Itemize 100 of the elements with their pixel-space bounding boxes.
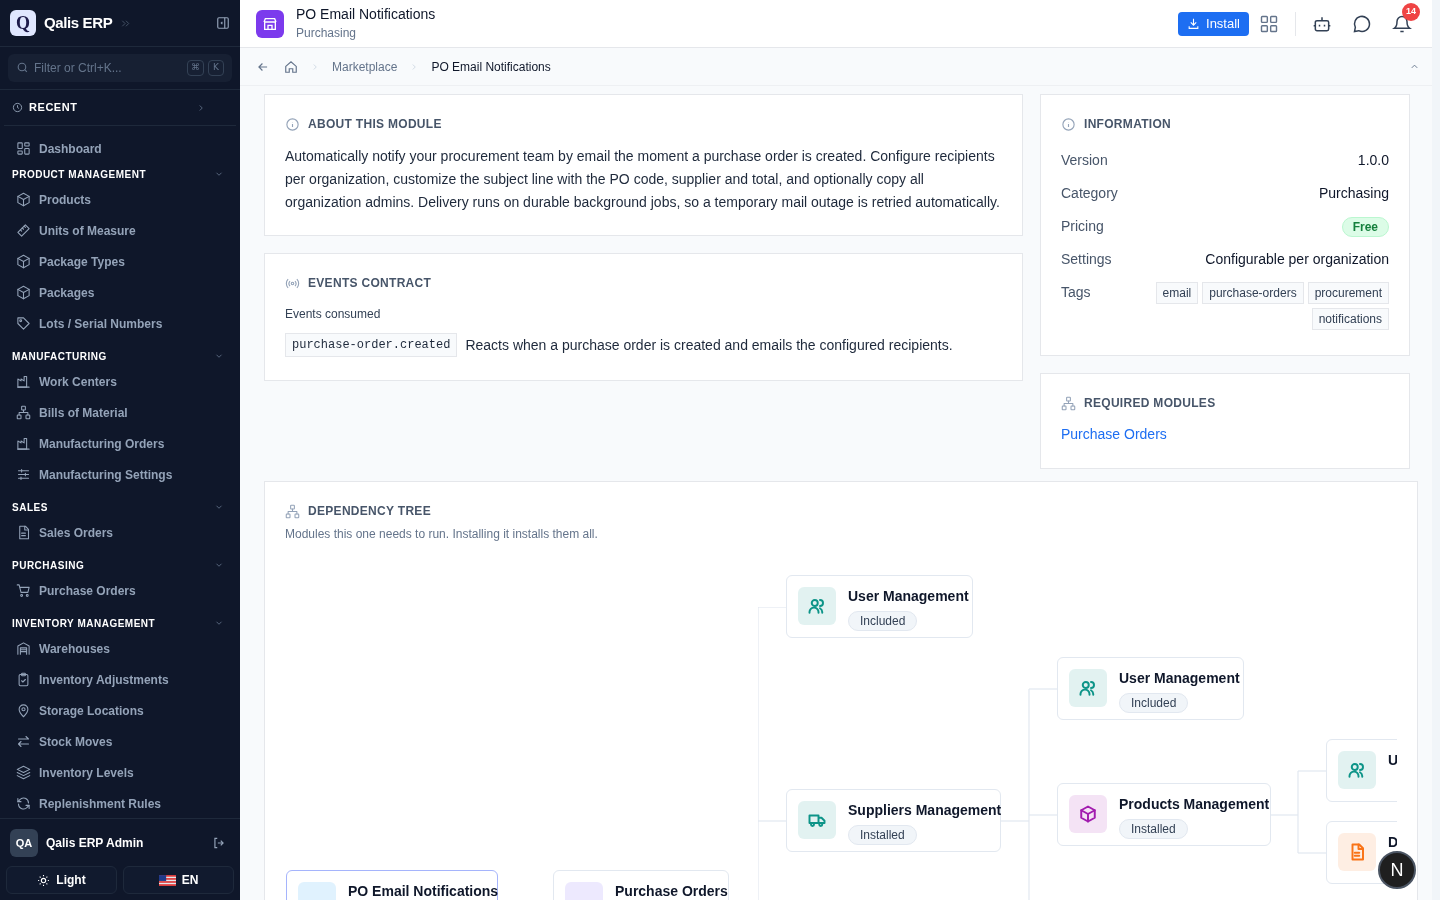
- download-icon: [1187, 17, 1201, 30]
- section-header[interactable]: MANUFACTURING: [8, 346, 232, 366]
- tree-subtitle: Modules this one needs to run. Installing it installs them all.: [285, 526, 598, 543]
- sidebar-item[interactable]: Replenishment Rules: [8, 788, 232, 818]
- language-button[interactable]: EN: [123, 866, 234, 894]
- flag-icon: [158, 874, 176, 886]
- card-title: REQUIRED MODULES: [1084, 395, 1216, 412]
- info-value: Purchasing: [1318, 184, 1389, 203]
- node-title: User Management: [848, 587, 969, 605]
- sidebar-item[interactable]: Bills of Material: [8, 397, 232, 428]
- module-node[interactable]: Products Management Installed: [1057, 783, 1271, 846]
- card-title: EVENTS CONTRACT: [308, 275, 432, 292]
- info-value: 1.0.0: [1357, 151, 1389, 170]
- events-subtitle: Events consumed: [285, 306, 382, 323]
- module-node[interactable]: User Management Included: [786, 575, 973, 638]
- page-subtitle: Purchasing: [296, 25, 358, 41]
- status-badge: Included: [1119, 693, 1189, 713]
- sidebar-item[interactable]: Lots / Serial Numbers: [8, 308, 232, 339]
- sidebar-item[interactable]: Sales Orders: [8, 517, 232, 548]
- section-header[interactable]: PURCHASING: [8, 555, 232, 575]
- clock-icon: [12, 102, 23, 113]
- module-node[interactable]: Suppliers Management Installed: [786, 789, 1001, 852]
- hierarchy-icon: [285, 503, 300, 519]
- sidebar-item[interactable]: Units of Measure: [8, 215, 232, 246]
- sidebar-item[interactable]: Stock Moves: [8, 726, 232, 757]
- box-icon: [16, 285, 31, 300]
- info-label: Settings: [1061, 250, 1112, 269]
- ruler-icon: [16, 223, 31, 238]
- grid-icon: [16, 141, 31, 156]
- box-icon: [16, 192, 31, 207]
- node-title: PO Email Notifications: [348, 882, 499, 900]
- node-title: User Management: [1119, 669, 1240, 687]
- module-node[interactable]: U: [1326, 739, 1397, 802]
- info-value: Configurable per organization: [1205, 250, 1389, 269]
- sidebar-item[interactable]: Products: [8, 184, 232, 215]
- node-title: Products Management: [1119, 795, 1270, 813]
- info-icon: [285, 116, 300, 132]
- section-header[interactable]: INVENTORY MANAGEMENT: [8, 613, 232, 633]
- breadcrumb-link[interactable]: PO Email Notifications: [431, 57, 551, 76]
- hierarchy-icon: [16, 405, 31, 420]
- tag: procurement: [1307, 282, 1389, 304]
- search-icon: [16, 61, 29, 74]
- logout-icon[interactable]: [212, 836, 226, 850]
- layers-icon: [16, 765, 31, 780]
- factory-icon: [16, 374, 31, 389]
- status-badge: Included: [848, 611, 918, 631]
- bell-icon[interactable]: [1392, 13, 1412, 34]
- module-node[interactable]: Purchase Orders: [553, 870, 729, 900]
- sidebar-item[interactable]: Manufacturing Orders: [8, 428, 232, 459]
- box-icon: [16, 254, 31, 269]
- card-title: DEPENDENCY TREE: [308, 503, 431, 520]
- sidebar-item[interactable]: Inventory Adjustments: [8, 664, 232, 695]
- sidebar-item[interactable]: Dashboard: [8, 133, 232, 164]
- event-code: purchase-order.created: [285, 333, 458, 357]
- module-icon: [256, 9, 284, 38]
- sliders-icon: [16, 467, 31, 482]
- breadcrumb-link[interactable]: Marketplace: [332, 57, 398, 76]
- node-title: U: [1388, 751, 1397, 769]
- status-badge: Installed: [1119, 819, 1188, 839]
- module-node[interactable]: PO Email Notifications: [286, 870, 498, 900]
- map-pin-icon: [16, 703, 31, 718]
- home-icon[interactable]: [284, 59, 298, 74]
- page-title: PO Email Notifications: [296, 6, 436, 24]
- section-header[interactable]: SALES: [8, 497, 232, 517]
- module-link[interactable]: Purchase Orders: [1061, 424, 1389, 445]
- user-avatar: QA: [10, 829, 38, 857]
- sidebar-toggle-icon[interactable]: [216, 16, 230, 30]
- sidebar-item[interactable]: Storage Locations: [8, 695, 232, 726]
- user-name: Qalis ERP Admin: [46, 835, 144, 852]
- recent-toggle[interactable]: RECENT: [4, 90, 236, 126]
- info-icon: [1061, 116, 1076, 132]
- sidebar-item[interactable]: Warehouses: [8, 633, 232, 664]
- notification-count: 14: [1402, 2, 1420, 21]
- sidebar-item[interactable]: Work Centers: [8, 366, 232, 397]
- tag: email: [1155, 282, 1199, 304]
- sun-icon: [37, 873, 51, 887]
- clipboard-icon: [16, 672, 31, 687]
- brand-name: Qalis ERP: [44, 12, 113, 33]
- key-hint: K: [208, 60, 224, 76]
- sidebar-item[interactable]: Packages: [8, 277, 232, 308]
- theme-button[interactable]: Light: [6, 866, 117, 894]
- apps-grid-icon[interactable]: [1259, 13, 1279, 34]
- info-label: Version: [1061, 151, 1108, 170]
- tag: notifications: [1311, 308, 1389, 330]
- info-label: Pricing: [1061, 217, 1104, 236]
- factory-icon: [16, 436, 31, 451]
- tag: purchase-orders: [1202, 282, 1304, 304]
- sidebar-item[interactable]: Package Types: [8, 246, 232, 277]
- module-node[interactable]: User Management Included: [1057, 657, 1244, 720]
- chat-icon[interactable]: [1352, 13, 1372, 34]
- sidebar-item[interactable]: Manufacturing Settings: [8, 459, 232, 490]
- sidebar-item[interactable]: Inventory Levels: [8, 757, 232, 788]
- scrollbar[interactable]: [1432, 0, 1440, 900]
- pricing-badge: Free: [1341, 216, 1389, 237]
- section-header[interactable]: PRODUCT MANAGEMENT: [8, 164, 232, 184]
- document-icon: [16, 525, 31, 540]
- install-button[interactable]: Install: [1178, 11, 1249, 36]
- node-title: Purchase Orders: [615, 882, 728, 900]
- key-hint: ⌘: [187, 60, 204, 76]
- sidebar-item[interactable]: Purchase Orders: [8, 575, 232, 606]
